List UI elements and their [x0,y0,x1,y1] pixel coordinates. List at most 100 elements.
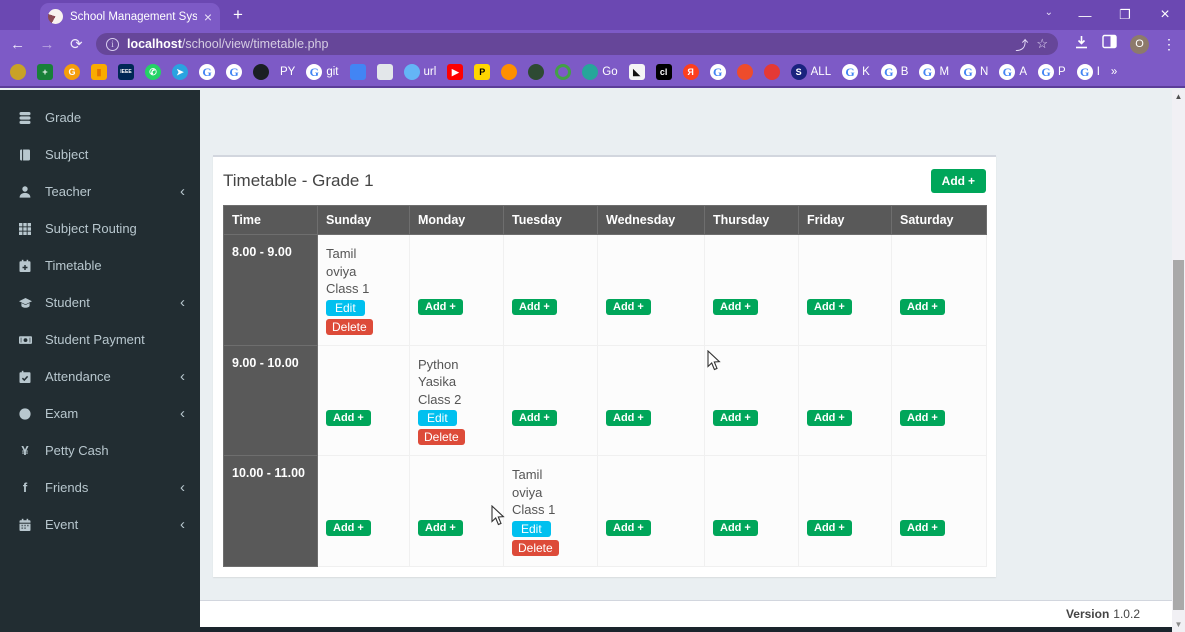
bookmark-google-i[interactable]: GI [1077,64,1100,80]
add-entry-button[interactable]: Add+ [418,299,463,315]
add-entry-button[interactable]: Add+ [713,520,758,536]
bookmark-s-all[interactable]: SALL [791,64,831,80]
telegram-icon: ➤ [172,64,188,80]
timetable-cell-saturday: Add+ [892,235,987,346]
bookmark-google-a[interactable]: GA [999,64,1027,80]
bookmark-bank[interactable] [377,64,393,80]
bookmark-dark-green[interactable] [528,64,544,80]
new-tab-button[interactable]: + [226,5,250,25]
bookmark-github[interactable] [253,64,269,80]
delete-button[interactable]: Delete [418,429,465,445]
address-bar[interactable]: i localhost/school/view/timetable.php ⤴ … [96,33,1058,55]
add-timetable-button[interactable]: Add+ [931,169,986,193]
sidebar-item-attendance[interactable]: Attendance‹ [0,358,200,395]
add-entry-button[interactable]: Add+ [713,299,758,315]
add-entry-button[interactable]: Add+ [512,299,557,315]
sidebar-item-subject-routing[interactable]: Subject Routing [0,210,200,247]
add-entry-button[interactable]: Add+ [326,520,371,536]
add-entry-button[interactable]: Add+ [606,410,651,426]
add-entry-button[interactable]: Add+ [807,299,852,315]
scroll-up-icon[interactable]: ▲ [1172,92,1185,101]
browser-tab[interactable]: School Management System × [40,3,220,30]
share-icon[interactable]: ⤴ [1015,35,1028,54]
add-entry-button[interactable]: Add+ [418,520,463,536]
download-icon[interactable] [1074,35,1089,53]
bookmark-google-p[interactable]: GP [1038,64,1066,80]
bookmark-eye-red[interactable] [764,64,780,80]
bookmark-green-ring[interactable] [555,64,571,80]
sidebar-item-student-payment[interactable]: Student Payment [0,321,200,358]
site-info-icon[interactable]: i [106,38,119,51]
tab-close-icon[interactable]: × [204,9,212,25]
back-button[interactable]: ← [8,36,27,53]
sidebar-item-timetable[interactable]: Timetable [0,247,200,284]
add-entry-button[interactable]: Add+ [606,520,651,536]
bookmark-people-orange[interactable] [501,64,517,80]
grid-icon [15,222,35,236]
sidebar-item-exam[interactable]: Exam‹ [0,395,200,432]
add-entry-button[interactable]: Add+ [606,299,651,315]
restore-button[interactable]: ❐ [1105,7,1145,23]
tab-search-icon[interactable]: ⌄ [1045,7,1053,18]
bookmark-cloud-url[interactable]: url [404,64,437,80]
scrollbar-thumb[interactable] [1173,260,1184,610]
chevron-left-icon: ‹ [180,372,185,382]
bookmark-yandex[interactable]: Я [683,64,699,80]
bookmark-ads[interactable] [10,64,26,80]
bookmark-pytorch[interactable] [737,64,753,80]
column-header-friday: Friday [799,206,892,235]
bookmark-google[interactable]: G [710,64,726,80]
delete-button[interactable]: Delete [512,540,559,556]
bookmark-sheets[interactable]: + [37,64,53,80]
add-entry-button[interactable]: Add+ [713,410,758,426]
sidebar-item-petty-cash[interactable]: ¥Petty Cash [0,432,200,469]
bookmark-youtube[interactable]: ▶ [447,64,463,80]
bookmark-google-git[interactable]: Ggit [306,64,338,80]
add-entry-button[interactable]: Add+ [807,520,852,536]
close-button[interactable]: × [1145,6,1185,24]
bookmark-p-yellow[interactable]: P [474,64,490,80]
bookmark-google[interactable]: G [226,64,242,80]
scroll-down-icon[interactable]: ▼ [1172,620,1185,629]
sidebar-item-subject[interactable]: Subject [0,136,200,173]
bookmark-google[interactable]: G [199,64,215,80]
bookmark-go[interactable]: Go [582,64,617,80]
bookmark-bird-doc[interactable]: ◣ [629,64,645,80]
add-entry-button[interactable]: Add+ [512,410,557,426]
sidebar-item-student[interactable]: Student‹ [0,284,200,321]
add-entry-button[interactable]: Add+ [807,410,852,426]
bookmark-star-icon[interactable]: ☆ [1036,36,1048,52]
sidebar-item-grade[interactable]: Grade [0,99,200,136]
bookmark-analytics[interactable]: ▮ [91,64,107,80]
bookmark-overflow[interactable]: » [1111,66,1117,78]
menu-dots-icon[interactable]: ⋮ [1162,36,1177,53]
sidebar-item-teacher[interactable]: Teacher‹ [0,173,200,210]
bookmark-google-m[interactable]: GM [919,64,949,80]
add-entry-button[interactable]: Add+ [900,299,945,315]
bookmark-google-k[interactable]: GK [842,64,870,80]
add-entry-button[interactable]: Add+ [326,410,371,426]
forward-button[interactable]: → [37,36,56,53]
edit-button[interactable]: Edit [512,521,551,537]
sidebar-item-event[interactable]: Event‹ [0,506,200,543]
add-entry-button[interactable]: Add+ [900,410,945,426]
edit-button[interactable]: Edit [326,300,365,316]
delete-button[interactable]: Delete [326,319,373,335]
page-scrollbar[interactable]: ▲ ▼ [1172,90,1185,632]
edit-button[interactable]: Edit [418,410,457,426]
bookmark-py[interactable]: PY [280,66,295,78]
bookmark-whatsapp[interactable]: ✆ [145,64,161,80]
bookmark-google-b[interactable]: GB [881,64,909,80]
bookmark-ieee[interactable]: IEEE [118,64,134,80]
add-entry-button[interactable]: Add+ [900,520,945,536]
sidebar-item-friends[interactable]: fFriends‹ [0,469,200,506]
bookmark-telegram[interactable]: ➤ [172,64,188,80]
profile-avatar[interactable]: O [1130,35,1149,54]
bookmark-orange-badge[interactable]: G [64,64,80,80]
side-panel-icon[interactable] [1102,34,1117,54]
reload-button[interactable]: ⟳ [67,35,86,53]
minimize-button[interactable]: — [1065,8,1105,23]
bookmark-cl[interactable]: cl [656,64,672,80]
bookmark-google-n[interactable]: GN [960,64,988,80]
bookmark-photos[interactable] [350,64,366,80]
